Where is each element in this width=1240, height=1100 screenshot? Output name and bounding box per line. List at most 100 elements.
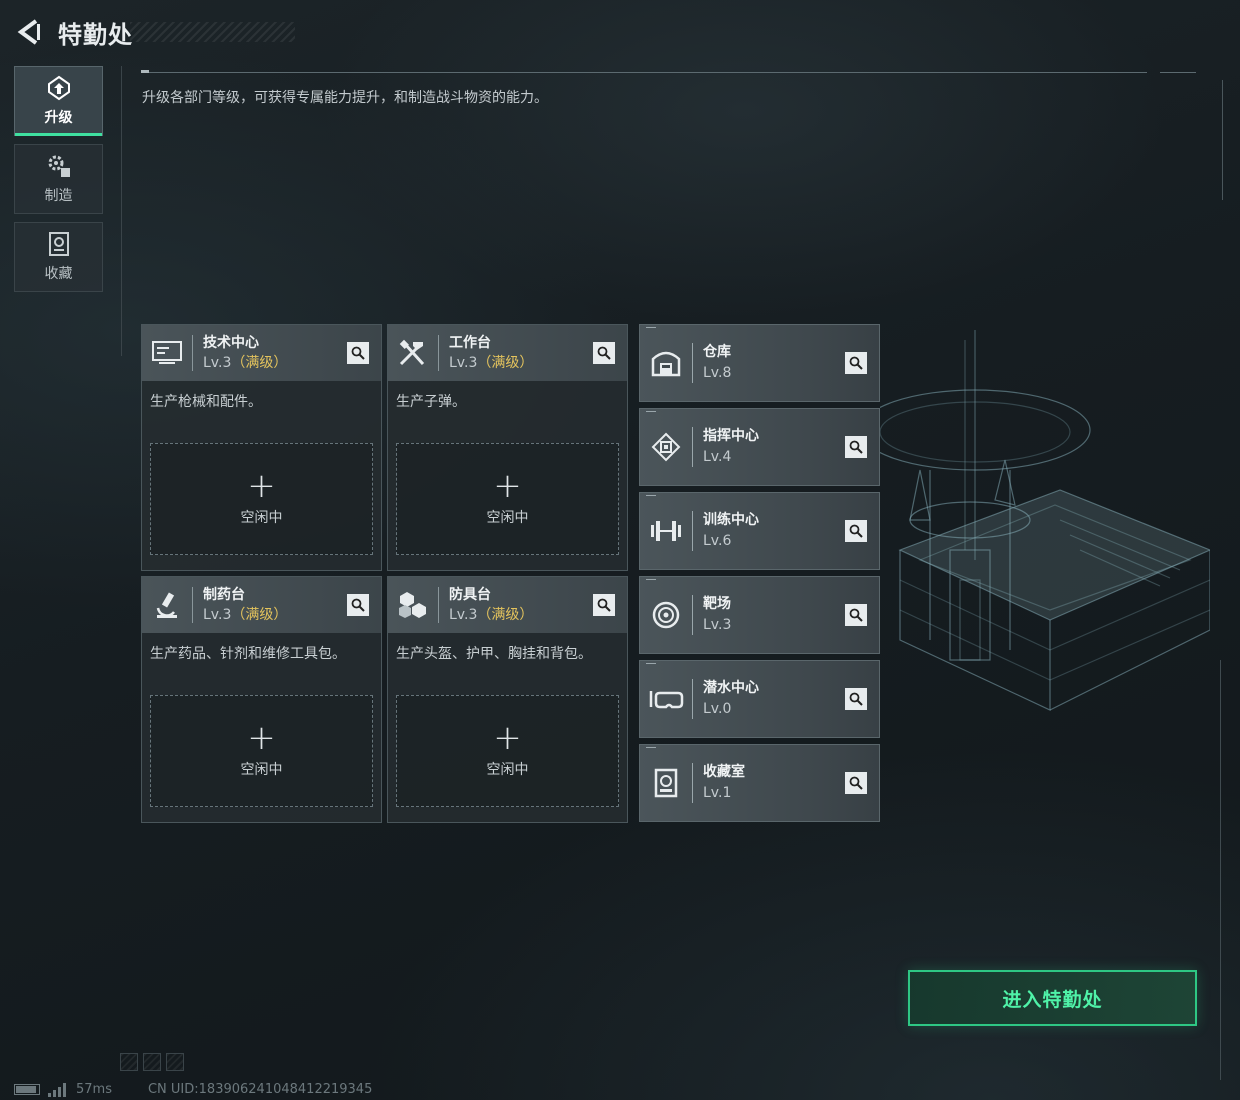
trophy-case-icon (640, 744, 692, 822)
card-separator (192, 335, 193, 371)
battery-icon (14, 1084, 40, 1095)
tools-icon (388, 325, 438, 381)
max-level-tag: （满级） (477, 355, 534, 371)
plus-icon: + (247, 466, 276, 506)
facility-text: 指挥中心 Lv.4 (703, 426, 845, 468)
level-value: Lv.3 (203, 355, 232, 371)
upgrade-icon (47, 75, 70, 101)
nav-item-collection[interactable]: 收藏 (14, 222, 103, 292)
card-workbench: 工作台 Lv.3（满级） 生产子弹。 + 空闲中 (387, 324, 628, 571)
facility-diving-center[interactable]: 潜水中心 Lv.0 (639, 660, 880, 738)
plus-icon: + (247, 718, 276, 758)
back-button[interactable] (14, 14, 44, 50)
search-button[interactable] (845, 604, 867, 626)
facility-separator (692, 763, 693, 803)
search-button[interactable] (845, 520, 867, 542)
plus-icon: + (493, 466, 522, 506)
facility-level: Lv.3 (703, 617, 732, 633)
search-button[interactable] (593, 342, 615, 364)
search-button[interactable] (347, 594, 369, 616)
facility-name: 靶场 (703, 596, 731, 612)
facility-command-center[interactable]: 指挥中心 Lv.4 (639, 408, 880, 486)
dumbbell-icon (640, 492, 692, 570)
edge-decoration-line (1222, 80, 1223, 200)
card-description: 生产子弹。 (396, 394, 466, 410)
production-slot[interactable]: + 空闲中 (396, 695, 619, 807)
facility-separator (692, 595, 693, 635)
max-level-tag: （满级） (231, 607, 288, 623)
card-separator (192, 587, 193, 623)
card-name: 工作台 (449, 335, 491, 351)
back-arrow-icon (17, 19, 40, 45)
nav-label-craft: 制造 (44, 188, 73, 204)
card-pharmacy: 制药台 Lv.3（满级） 生产药品、针剂和维修工具包。 + 空闲中 (141, 576, 382, 823)
production-slot[interactable]: + 空闲中 (150, 695, 373, 807)
card-corner (646, 579, 656, 580)
card-corner (646, 327, 656, 328)
facility-level: Lv.4 (703, 449, 732, 465)
enter-special-ops-button[interactable]: 进入特勤处 (908, 970, 1197, 1026)
card-text: 防具台 Lv.3（满级） (449, 585, 593, 625)
search-icon (849, 356, 863, 370)
production-slot[interactable]: + 空闲中 (150, 443, 373, 555)
search-button[interactable] (845, 436, 867, 458)
header-rule-right (1160, 72, 1196, 73)
card-text: 制药台 Lv.3（满级） (203, 585, 347, 625)
facility-name: 指挥中心 (703, 428, 759, 444)
max-level-tag: （满级） (477, 607, 534, 623)
nav-item-craft[interactable]: 制造 (14, 144, 103, 214)
level-value: Lv.3 (449, 607, 478, 623)
card-level: Lv.3（满级） (203, 353, 347, 373)
card-description: 生产枪械和配件。 (150, 394, 262, 410)
facility-text: 收藏室 Lv.1 (703, 762, 845, 804)
facility-warehouse[interactable]: 仓库 Lv.8 (639, 324, 880, 402)
warehouse-icon (640, 324, 692, 402)
card-separator (438, 587, 439, 623)
search-button[interactable] (845, 688, 867, 710)
title-decoration (130, 22, 295, 42)
production-slot[interactable]: + 空闲中 (396, 443, 619, 555)
card-description: 生产头盔、护甲、胸挂和背包。 (396, 646, 592, 662)
search-icon (849, 440, 863, 454)
enter-button-label: 进入特勤处 (1002, 988, 1103, 1011)
edge-decoration-line (1220, 660, 1221, 1080)
microscope-icon (142, 577, 192, 633)
facility-collection-room[interactable]: 收藏室 Lv.1 (639, 744, 880, 822)
search-button[interactable] (845, 772, 867, 794)
search-icon (351, 598, 365, 612)
facility-name: 收藏室 (703, 764, 745, 780)
base-wireframe-illustration (880, 330, 1210, 711)
nav-item-upgrade[interactable]: 升级 (14, 66, 103, 136)
level-value: Lv.3 (203, 607, 232, 623)
card-level: Lv.3（满级） (203, 605, 347, 625)
card-text: 工作台 Lv.3（满级） (449, 333, 593, 373)
facility-text: 训练中心 Lv.6 (703, 510, 845, 552)
facility-text: 靶场 Lv.3 (703, 594, 845, 636)
footer-decoration (120, 1053, 189, 1071)
card-text: 技术中心 Lv.3（满级） (203, 333, 347, 373)
slot-status: 空闲中 (240, 762, 283, 778)
card-corner (646, 663, 656, 664)
monitor-icon (142, 325, 192, 381)
page-description: 升级各部门等级，可获得专属能力提升，和制造战斗物资的能力。 (142, 90, 548, 106)
search-button[interactable] (347, 342, 369, 364)
side-nav: 升级 制造 收藏 (14, 66, 103, 300)
search-icon (849, 692, 863, 706)
search-icon (849, 776, 863, 790)
signal-icon (48, 1082, 68, 1097)
card-level: Lv.3（满级） (449, 605, 593, 625)
search-button[interactable] (845, 352, 867, 374)
search-icon (351, 346, 365, 360)
search-button[interactable] (593, 594, 615, 616)
search-icon (597, 598, 611, 612)
card-armor-bench: 防具台 Lv.3（满级） 生产头盔、护甲、胸挂和背包。 + 空闲中 (387, 576, 628, 823)
facility-text: 仓库 Lv.8 (703, 342, 845, 384)
facility-training-center[interactable]: 训练中心 Lv.6 (639, 492, 880, 570)
facility-name: 潜水中心 (703, 680, 759, 696)
collection-icon (48, 232, 69, 256)
card-corner (646, 747, 656, 748)
facility-shooting-range[interactable]: 靶场 Lv.3 (639, 576, 880, 654)
facility-level: Lv.0 (703, 701, 732, 717)
facility-level: Lv.1 (703, 785, 732, 801)
page-title: 特勤处 (58, 20, 133, 49)
